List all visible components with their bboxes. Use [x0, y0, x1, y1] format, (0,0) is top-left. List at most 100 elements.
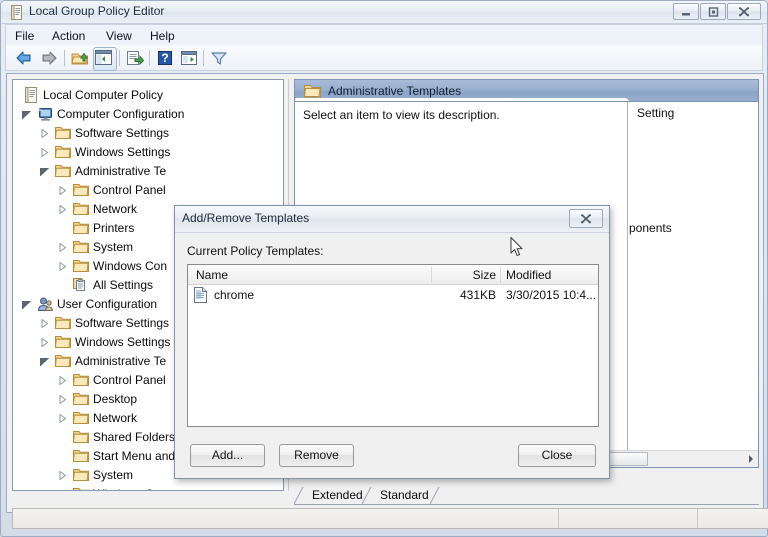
tree-item-label: Network	[93, 202, 138, 216]
show-hide-tree-icon[interactable]	[93, 47, 117, 71]
toolbar-separator-4	[203, 50, 204, 66]
tree-item-label: System	[93, 468, 134, 482]
dialog-close-button[interactable]	[569, 209, 603, 228]
menu-help[interactable]: Help	[145, 28, 180, 44]
tree-item-label: Administrative Te	[75, 164, 167, 178]
tree-item-label: Windows Settings	[75, 145, 171, 159]
row-size: 431KB	[459, 288, 496, 302]
tree-item-label: Administrative Te	[75, 354, 167, 368]
folder-icon	[72, 429, 89, 445]
tree-item-label: Desktop	[93, 392, 138, 406]
minimize-button[interactable]	[673, 3, 699, 20]
menu-view[interactable]: View	[101, 28, 137, 44]
column-name[interactable]: Name	[196, 268, 228, 282]
folder-icon	[72, 448, 89, 464]
expand-arrow-icon[interactable]	[22, 300, 31, 309]
collapse-arrow-icon[interactable]	[58, 186, 67, 195]
client-area: Local Computer Policy Computer Configurat…	[6, 73, 768, 529]
row-modified: 3/30/2015 10:4...	[506, 288, 597, 302]
folder-icon	[54, 125, 71, 141]
folder-icon	[72, 201, 89, 217]
all-settings-icon	[73, 277, 89, 293]
tree-item-label: Control Panel	[93, 373, 166, 387]
column-size[interactable]: Size	[441, 268, 496, 282]
tab-standard[interactable]: Standard	[371, 486, 438, 504]
folder-icon	[72, 410, 89, 426]
folder-icon	[72, 220, 89, 236]
templates-list-view[interactable]: Name Size Modified chrome 431KB 3/30/201…	[187, 264, 599, 427]
collapse-arrow-icon[interactable]	[58, 395, 67, 404]
policy-scroll-icon	[23, 87, 39, 103]
folder-icon	[54, 315, 71, 331]
folder-icon	[72, 467, 89, 483]
menu-file[interactable]: File	[10, 28, 39, 44]
expand-arrow-icon[interactable]	[22, 110, 31, 119]
dialog-title-bar: Add/Remove Templates	[175, 206, 609, 233]
description-text: Select an item to view its description.	[303, 108, 500, 122]
setting-column-header[interactable]: Setting	[629, 102, 758, 122]
toolbar-separator-3	[149, 50, 150, 66]
filter-icon[interactable]	[209, 49, 229, 67]
folder-icon	[73, 486, 89, 490]
table-row[interactable]: chrome 431KB 3/30/2015 10:4...	[188, 285, 598, 305]
collapse-arrow-icon[interactable]	[58, 376, 67, 385]
folder-icon	[54, 353, 71, 369]
collapse-arrow-icon[interactable]	[58, 414, 67, 423]
collapse-arrow-icon[interactable]	[58, 205, 67, 214]
collapse-arrow-icon[interactable]	[40, 319, 49, 328]
tree-item-label: Windows Components	[93, 485, 213, 490]
folder-icon	[54, 163, 71, 179]
folder-icon	[54, 144, 71, 160]
add-button[interactable]: Add...	[190, 444, 265, 467]
tree-item-label: Computer Configuration	[57, 107, 185, 121]
properties-icon[interactable]	[179, 49, 199, 67]
results-header: Administrative Templates	[294, 79, 759, 102]
close-button[interactable]	[727, 3, 761, 20]
dialog-title: Add/Remove Templates	[182, 211, 310, 225]
template-file-icon	[193, 287, 208, 303]
column-modified[interactable]: Modified	[506, 268, 551, 282]
forward-arrow-icon[interactable]	[39, 49, 59, 67]
title-bar: Local Group Policy Editor	[1, 1, 767, 24]
collapse-arrow-icon[interactable]	[58, 243, 67, 252]
menu-action[interactable]: Action	[47, 28, 90, 44]
collapse-arrow-icon[interactable]	[58, 490, 67, 491]
collapse-arrow-icon[interactable]	[40, 148, 49, 157]
window-buttons	[672, 3, 761, 20]
tree-item-label: Local Computer Policy	[43, 88, 164, 102]
back-arrow-icon[interactable]	[14, 49, 34, 67]
maximize-button[interactable]	[700, 3, 726, 20]
tree-item-label: Network	[93, 411, 138, 425]
tree-item-label: Software Settings	[75, 316, 170, 330]
folder-icon	[72, 182, 89, 198]
help-icon[interactable]: ?	[155, 49, 175, 67]
close-button-dialog[interactable]: Close	[518, 444, 596, 467]
collapse-arrow-icon[interactable]	[58, 471, 67, 480]
tree-item-label: Shared Folders	[93, 430, 176, 444]
folder-icon	[72, 372, 89, 388]
folder-icon	[72, 239, 89, 255]
obscured-list-row: ponents	[629, 221, 672, 235]
policy-scroll-icon	[10, 5, 23, 20]
svg-text:?: ?	[161, 51, 168, 65]
scroll-right-arrow-icon[interactable]	[742, 451, 758, 467]
toolbar-separator	[64, 50, 65, 66]
list-header: Name Size Modified	[188, 265, 598, 285]
view-tabs: Extended Standard	[294, 486, 759, 505]
collapse-arrow-icon[interactable]	[40, 129, 49, 138]
expand-arrow-icon[interactable]	[40, 167, 49, 176]
add-remove-templates-dialog: Add/Remove Templates Current Policy Temp…	[174, 205, 610, 479]
current-templates-label: Current Policy Templates:	[187, 244, 324, 258]
tree-item-label: Windows Con	[93, 259, 168, 273]
expand-arrow-icon[interactable]	[40, 357, 49, 366]
remove-button[interactable]: Remove	[279, 444, 354, 467]
folder-icon	[303, 83, 321, 98]
tree-item-label: System	[93, 240, 134, 254]
toolbar-separator-2	[119, 50, 120, 66]
export-list-icon[interactable]	[125, 49, 145, 67]
collapse-arrow-icon[interactable]	[58, 262, 67, 271]
main-window: Local Group Policy Editor File Action Vi…	[0, 0, 768, 537]
collapse-arrow-icon[interactable]	[40, 338, 49, 347]
up-folder-icon[interactable]	[70, 49, 90, 67]
row-name: chrome	[214, 288, 255, 302]
